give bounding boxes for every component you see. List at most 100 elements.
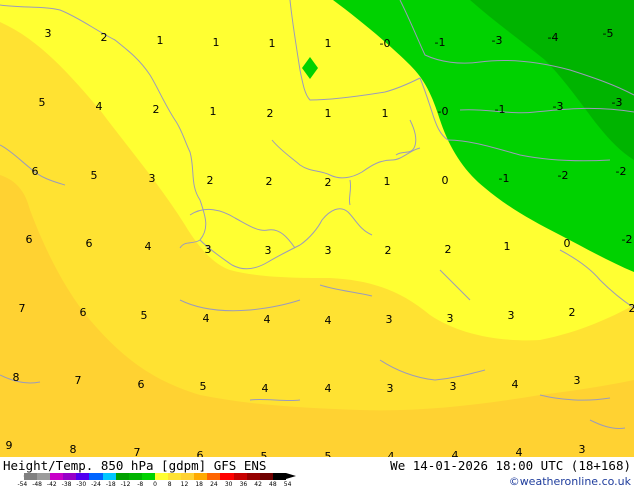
color-scale-tick: -54: [17, 481, 28, 488]
scale-arrow-left: [23, 473, 33, 479]
value-label: -0: [380, 37, 391, 50]
copyright-link[interactable]: ©weatheronline.co.uk: [509, 475, 631, 488]
value-label: 3: [45, 27, 52, 40]
color-scale-tick: -42: [46, 481, 57, 488]
value-label: 9: [6, 439, 13, 452]
color-scale-tick: -18: [105, 481, 116, 488]
value-label: 2: [385, 244, 392, 257]
value-label: 4: [325, 314, 332, 327]
color-scale-segment: [207, 473, 221, 480]
value-label: 3: [508, 309, 515, 322]
map-datetime: We 14-01-2026 18:00 UTC (18+168): [390, 458, 631, 473]
value-label: 2: [153, 103, 160, 116]
color-scale-bar: [23, 473, 296, 480]
value-label: 4: [516, 446, 523, 457]
value-label: 1: [210, 105, 217, 118]
value-label: 5: [200, 380, 207, 393]
value-label: 5: [91, 169, 98, 182]
color-scale-segment: [259, 473, 273, 480]
value-label: 2: [266, 175, 273, 188]
color-scale-tick: 54: [283, 481, 292, 488]
color-scale-segment: [76, 473, 90, 480]
color-scale-segment: [63, 473, 77, 480]
value-label: 3: [579, 443, 586, 456]
value-label: 1: [384, 175, 391, 188]
color-scale-tick: 30: [224, 481, 233, 488]
value-label: 4: [203, 312, 210, 325]
value-label: 2: [101, 31, 108, 44]
value-label: 4: [96, 100, 103, 113]
color-scale-tick: 24: [210, 481, 218, 488]
value-label: 6: [32, 165, 39, 178]
color-scale-segment: [141, 473, 155, 480]
map-canvas: 3 2 1 1 1 1 -0 -1 -3 -4 -5 5 4 2 1 2 1 1 -0 -1 -3 -3 6 5 3 2 2 2 1 0 -…: [0, 0, 634, 457]
value-label: -4: [548, 31, 559, 44]
value-label: 8: [70, 443, 77, 456]
value-label: -3: [612, 96, 623, 109]
value-label: 7: [75, 374, 82, 387]
color-scale-tick: 8: [167, 481, 172, 488]
value-label: 1: [269, 37, 276, 50]
color-scale-tick: -8: [137, 481, 144, 488]
value-label: 1: [213, 36, 220, 49]
color-scale-segment: [115, 473, 129, 480]
value-label: 3: [447, 312, 454, 325]
scale-arrow-right: [286, 473, 296, 479]
color-scale-tick: 12: [180, 481, 189, 488]
value-label: 6: [80, 306, 87, 319]
color-scale-tick: -38: [61, 481, 72, 488]
color-scale-tick: -48: [32, 481, 42, 488]
value-label: 1: [157, 34, 164, 47]
color-scale-segment: [220, 473, 234, 480]
color-scale-segment: [37, 473, 51, 480]
value-label: 3: [387, 382, 394, 395]
color-scale-segment: [89, 473, 103, 480]
value-label: 3: [149, 172, 156, 185]
value-label: -2: [616, 165, 627, 178]
value-label: 4: [452, 449, 459, 457]
value-label: -2: [622, 233, 633, 246]
value-label: 1: [325, 37, 332, 50]
footer-bar: Height/Temp. 850 hPa [gdpm] GFS ENS We 1…: [0, 457, 634, 490]
weather-map-figure: 3 2 1 1 1 1 -0 -1 -3 -4 -5 5 4 2 1 2 1 1 -0 -1 -3 -3 6 5 3 2 2 2 1 0-…: [0, 0, 634, 490]
color-scale-segment: [246, 473, 260, 480]
value-label: 2: [267, 107, 274, 120]
color-scale-tick: 36: [239, 481, 248, 488]
color-scale-segment: [168, 473, 182, 480]
value-label: 2: [629, 302, 634, 315]
value-label: 2: [207, 174, 214, 187]
value-label: -3: [492, 34, 503, 47]
value-label: 6: [197, 449, 204, 457]
value-label: 4: [512, 378, 519, 391]
value-label: 4: [388, 450, 395, 457]
value-label: 4: [264, 313, 271, 326]
value-label: -5: [603, 27, 614, 40]
value-label: 6: [138, 378, 145, 391]
value-label: 3: [205, 243, 212, 256]
value-label: 0: [442, 174, 449, 187]
color-scale-tick: 0: [153, 481, 157, 488]
value-label: 2: [569, 306, 576, 319]
color-scale-segment: [272, 473, 286, 480]
color-scale-tick: -30: [76, 481, 87, 488]
color-scale-tick: -24: [91, 481, 101, 488]
value-label: 5: [325, 450, 332, 457]
value-label: 5: [261, 450, 268, 457]
color-scale-segment: [194, 473, 208, 480]
value-label: 7: [134, 446, 141, 457]
color-scale-segment: [154, 473, 169, 480]
value-label: 6: [86, 237, 93, 250]
value-label: -0: [438, 105, 449, 118]
color-scale-segment: [233, 473, 247, 480]
value-label: 3: [325, 244, 332, 257]
value-label: 3: [386, 313, 393, 326]
value-label: -1: [495, 103, 506, 116]
value-label: 4: [262, 382, 269, 395]
color-scale-segment: [128, 473, 142, 480]
value-label: 3: [450, 380, 457, 393]
value-label: -2: [558, 169, 569, 182]
value-label: 1: [504, 240, 511, 253]
value-label: -3: [553, 100, 564, 113]
value-label: 3: [574, 374, 581, 387]
value-label: 8: [13, 371, 20, 384]
